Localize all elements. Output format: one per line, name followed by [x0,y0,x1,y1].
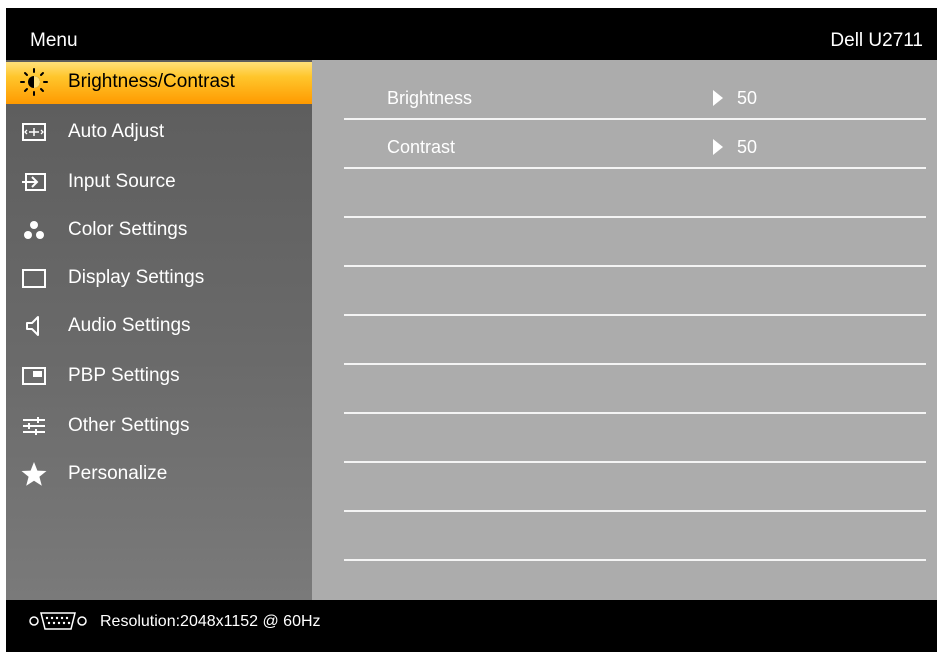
sidebar-item-label: Audio Settings [68,315,191,336]
setting-row-empty [344,317,926,365]
sidebar-item-label: Input Source [68,171,176,192]
color-settings-icon [24,221,44,239]
setting-label: Contrast [387,137,456,157]
menu-title: Menu [30,30,78,51]
sidebar-item-label: Display Settings [68,267,205,288]
input-source-icon [22,173,46,191]
sidebar-item-personalize[interactable]: Personalize [6,454,312,496]
row-divider [344,510,926,512]
sidebar-item-brightness-contrast[interactable]: Brightness/Contrast [6,62,312,104]
header-bar: Menu Dell U2711 [6,8,937,60]
row-divider [344,118,926,120]
setting-value: 50 [737,137,758,157]
setting-label: Brightness [387,88,473,108]
row-divider [344,265,926,267]
setting-row-empty [344,464,926,512]
sliders-icon [23,417,45,435]
setting-row-empty [344,268,926,316]
sidebar-item-color-settings[interactable]: Color Settings [6,210,312,252]
sidebar-item-label: Other Settings [68,415,190,436]
setting-row-brightness[interactable]: Brightness 50 [344,72,926,120]
sidebar-item-audio-settings[interactable]: Audio Settings [6,306,312,348]
sidebar-item-input-source[interactable]: Input Source [6,162,312,204]
sidebar-item-auto-adjust[interactable]: Auto Adjust [6,112,312,154]
display-settings-icon [22,269,46,288]
arrow-right-icon [713,139,723,155]
osd-menu: Menu Dell U2711 Brightness/Contrast Auto… [6,8,937,652]
setting-row-empty [344,513,926,561]
sidebar: Brightness/Contrast Auto Adjust Input So… [6,60,312,600]
sidebar-item-display-settings[interactable]: Display Settings [6,258,312,300]
row-divider [344,363,926,365]
row-divider [344,461,926,463]
sidebar-item-label: Personalize [68,463,168,484]
brightness-icon [20,68,48,96]
arrow-right-icon [713,90,723,106]
setting-row-empty [344,366,926,414]
settings-panel: Brightness 50 Contrast 50 [312,60,937,600]
row-divider [344,216,926,218]
vga-connector-icon [29,612,87,630]
sidebar-item-label: Auto Adjust [68,121,165,142]
sidebar-item-label: Color Settings [68,219,188,240]
star-icon [21,462,47,486]
status-bar: Resolution:2048x1152 @ 60Hz [6,600,937,652]
row-divider [344,559,926,561]
row-divider [344,314,926,316]
sidebar-item-label: Brightness/Contrast [68,71,235,92]
setting-row-empty [344,415,926,463]
row-divider [344,412,926,414]
setting-row-contrast[interactable]: Contrast 50 [344,121,926,169]
row-divider [344,167,926,169]
auto-adjust-icon [22,123,46,141]
sidebar-item-label: PBP Settings [68,365,180,386]
setting-value: 50 [737,88,758,108]
setting-row-empty [344,219,926,267]
sidebar-item-pbp-settings[interactable]: PBP Settings [6,356,312,398]
pbp-icon [22,367,46,385]
monitor-model: Dell U2711 [830,30,923,51]
resolution-text: Resolution:2048x1152 @ 60Hz [100,613,321,630]
speaker-icon [26,316,39,336]
sidebar-item-other-settings[interactable]: Other Settings [6,406,312,448]
setting-row-empty [344,170,926,218]
